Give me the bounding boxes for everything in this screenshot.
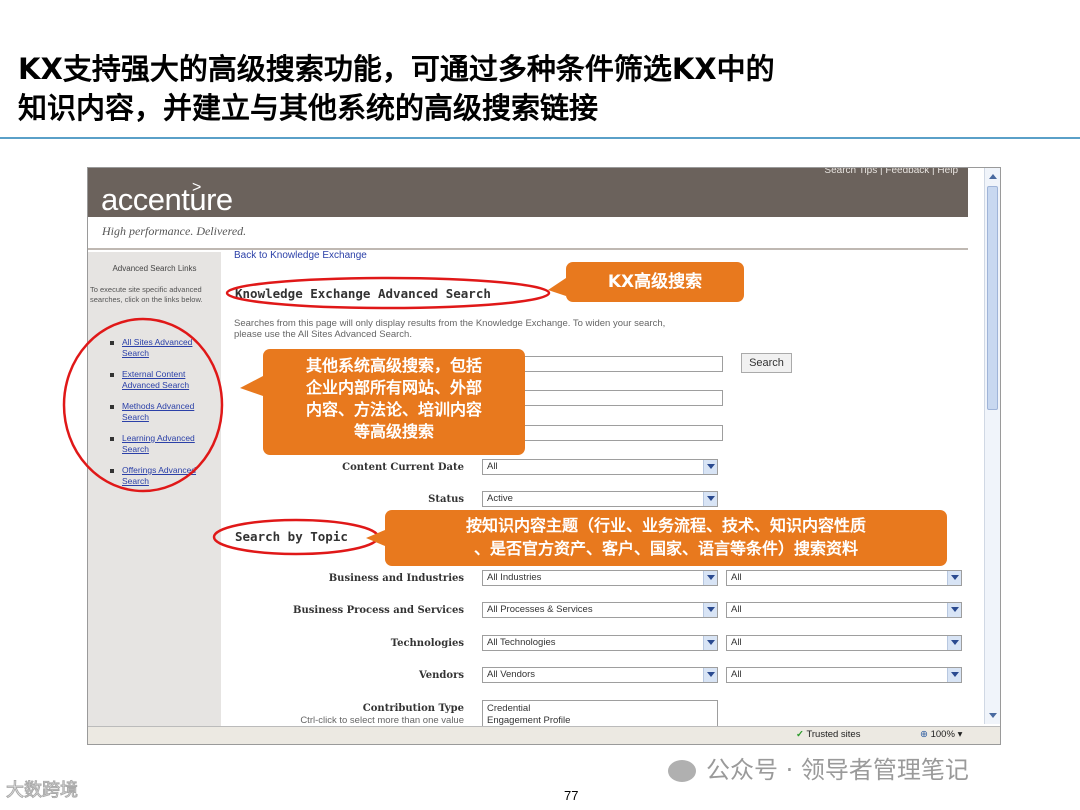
vendors-select[interactable]: All Vendors (482, 667, 718, 683)
slide-title-line1: KX支持强大的高级搜索功能，可通过多种条件筛选KX中的 (18, 52, 775, 86)
topic-label-vendors: Vendors (418, 670, 464, 681)
sidebar-link-list: All Sites Advanced Search External Conte… (108, 337, 218, 497)
industries-select[interactable]: All Industries (482, 570, 718, 586)
browser-statusbar: ✓ Trusted sites ⊕ 100% ▾ (88, 726, 1000, 744)
trusted-sites-label: Trusted sites (806, 729, 861, 740)
browser-screenshot: Search Tips | Feedback | Help accenture … (87, 167, 1001, 745)
slide-title: KX支持强大的高级搜索功能，可通过多种条件筛选KX中的 知识内容，并建立与其他系… (18, 50, 1058, 128)
topic-label-industries: Business and Industries (328, 573, 464, 584)
accenture-logo[interactable]: accenture > (101, 179, 233, 218)
chevron-down-icon (703, 460, 717, 474)
sidebar: Advanced Search Links To execute site sp… (88, 252, 221, 744)
chevron-down-icon (703, 492, 717, 506)
callout-line: 企业内部所有网站、外部 (305, 378, 482, 397)
sidebar-link-all-sites[interactable]: All Sites Advanced Search (108, 337, 218, 369)
vertical-scrollbar[interactable] (984, 168, 1000, 724)
industries-value: All Industries (487, 572, 542, 583)
content-date-select[interactable]: All (482, 459, 718, 475)
slide: KX支持强大的高级搜索功能，可通过多种条件筛选KX中的 知识内容，并建立与其他系… (0, 0, 1080, 810)
callout-line: 、是否官方资产、客户、国家、语言等条件）搜索资料 (473, 539, 858, 558)
scrollbar-thumb[interactable] (987, 186, 998, 410)
chevron-down-icon (947, 571, 961, 585)
vendors-sub-select[interactable]: All (726, 667, 962, 683)
wechat-icon (668, 760, 696, 782)
content-date-label: Content Current Date (342, 462, 464, 473)
callout-line: 内容、方法论、培训内容 (305, 400, 482, 419)
technologies-value: All Technologies (487, 637, 556, 648)
logo-text: accenture (101, 182, 233, 217)
scroll-down-icon[interactable] (989, 713, 997, 718)
technologies-sub-select[interactable]: All (726, 635, 962, 651)
main-content: Back to Knowledge Exchange Knowledge Exc… (234, 168, 974, 744)
scroll-up-icon[interactable] (989, 174, 997, 179)
search-button[interactable]: Search (741, 353, 792, 373)
sidebar-link-learning[interactable]: Learning Advanced Search (108, 433, 218, 465)
title-divider (0, 137, 1080, 139)
page-number: 77 (564, 788, 579, 803)
chevron-down-icon (947, 603, 961, 617)
chevron-down-icon: ▾ (957, 729, 963, 740)
contribution-label: Contribution Type (362, 703, 464, 714)
sidebar-link-methods[interactable]: Methods Advanced Search (108, 401, 218, 433)
callout-line: 等高级搜索 (353, 422, 434, 441)
logo-mark: > (192, 179, 201, 196)
sidebar-link-external-content[interactable]: External Content Advanced Search (108, 369, 218, 401)
intro-text: Searches from this page will only displa… (234, 318, 666, 340)
watermark-text: 公众号 · 领导者管理笔记 (706, 756, 969, 784)
callout-by-topic: 按知识内容主题（行业、业务流程、技术、知识内容性质 、是否官方资产、客户、国家、… (385, 510, 947, 566)
sidebar-description: To execute site specific advanced search… (90, 285, 203, 304)
status-select[interactable]: Active (482, 491, 718, 507)
vendors-sub-value: All (731, 669, 742, 680)
zoom-control[interactable]: ⊕ 100% ▾ (920, 729, 962, 740)
industries-sub-select[interactable]: All (726, 570, 962, 586)
sidebar-link-offerings[interactable]: Offerings Advanced Search (108, 465, 218, 497)
processes-sub-value: All (731, 604, 742, 615)
technologies-sub-value: All (731, 637, 742, 648)
watermark: 公众号 · 领导者管理笔记 (668, 750, 969, 785)
checkmark-icon: ✓ (796, 729, 804, 740)
contribution-hint: Ctrl-click to select more than one value (300, 715, 464, 726)
processes-select[interactable]: All Processes & Services (482, 602, 718, 618)
topic-label-processes: Business Process and Services (293, 605, 464, 616)
callout-line: 其他系统高级搜索，包括 (305, 356, 482, 375)
content-date-value: All (487, 461, 498, 472)
callout-other-systems: 其他系统高级搜索，包括 企业内部所有网站、外部 内容、方法论、培训内容 等高级搜… (263, 349, 525, 455)
chevron-down-icon (703, 636, 717, 650)
technologies-select[interactable]: All Technologies (482, 635, 718, 651)
topic-label-technologies: Technologies (390, 638, 464, 649)
callout-kx-search: KX高级搜索 (566, 262, 744, 302)
chevron-down-icon (703, 603, 717, 617)
corner-logo: 大数跨境 (6, 780, 79, 802)
contribution-option[interactable]: Credential (487, 703, 713, 715)
status-label: Status (428, 494, 464, 505)
chevron-down-icon (703, 571, 717, 585)
callout-line: 按知识内容主题（行业、业务流程、技术、知识内容性质 (465, 516, 866, 535)
chevron-down-icon (947, 668, 961, 682)
tagline: High performance. Delivered. (102, 224, 247, 238)
zoom-level: 100% (930, 729, 955, 740)
slide-title-line2: 知识内容，并建立与其他系统的高级搜索链接 (18, 91, 599, 125)
vendors-value: All Vendors (487, 669, 536, 680)
chevron-down-icon (703, 668, 717, 682)
status-value: Active (487, 493, 513, 504)
industries-sub-value: All (731, 572, 742, 583)
zoom-icon: ⊕ (920, 729, 928, 740)
chevron-down-icon (947, 636, 961, 650)
sidebar-heading: Advanced Search Links (112, 264, 197, 273)
back-link[interactable]: Back to Knowledge Exchange (234, 250, 367, 261)
trusted-sites-zone: ✓ Trusted sites (796, 729, 860, 740)
processes-sub-select[interactable]: All (726, 602, 962, 618)
page-heading: Knowledge Exchange Advanced Search (235, 286, 491, 301)
topic-heading: Search by Topic (235, 529, 348, 544)
processes-value: All Processes & Services (487, 604, 593, 615)
